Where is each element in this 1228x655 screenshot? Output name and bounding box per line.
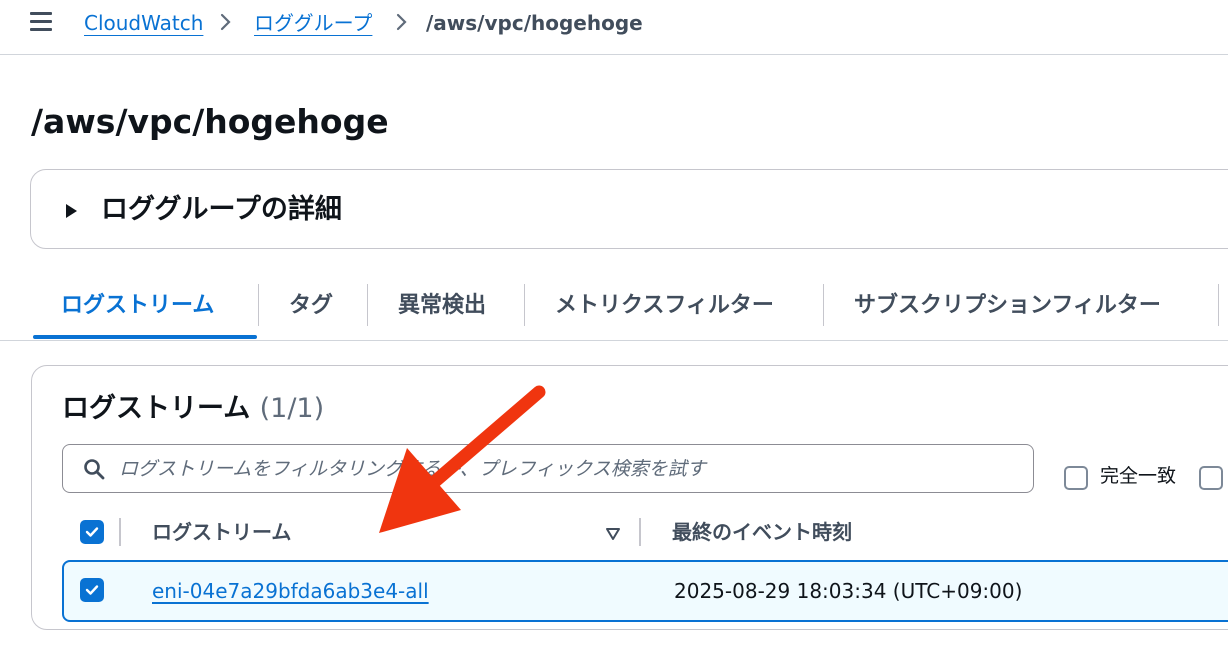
- search-icon: [83, 458, 105, 480]
- page-title: /aws/vpc/hogehoge: [31, 102, 389, 141]
- tab-divider: [367, 284, 368, 326]
- breadcrumb-log-groups[interactable]: ロググループ: [254, 10, 372, 36]
- column-divider: [119, 518, 121, 546]
- menu-icon[interactable]: [30, 12, 52, 32]
- tab-log-streams[interactable]: ログストリーム: [61, 292, 214, 320]
- chevron-right-icon: [396, 12, 408, 32]
- search-box[interactable]: [62, 444, 1034, 493]
- top-bar: CloudWatch ロググループ /aws/vpc/hogehoge: [0, 0, 1228, 55]
- table-row[interactable]: eni-04e7a29bfda6ab3e4-all 2025-08-29 18:…: [62, 560, 1228, 622]
- chevron-right-icon: [220, 12, 232, 32]
- row-select-checkbox[interactable]: [80, 578, 104, 602]
- tab-divider: [258, 284, 259, 326]
- tab-bar: ログストリーム タグ 異常検出 メトリクスフィルター サブスクリプションフィルタ…: [0, 270, 1228, 341]
- secondary-checkbox[interactable]: [1199, 466, 1223, 490]
- column-header-log-stream[interactable]: ログストリーム: [152, 518, 291, 546]
- column-header-last-event-time[interactable]: 最終のイベント時刻: [672, 518, 852, 546]
- last-event-time: 2025-08-29 18:03:34 (UTC+09:00): [674, 579, 1023, 603]
- active-tab-indicator: [33, 335, 257, 339]
- log-streams-panel: ログストリーム (1/1) 完全一致 ログストリーム 最終のイベント時刻 eni…: [31, 365, 1228, 630]
- exact-match-checkbox[interactable]: [1064, 466, 1088, 490]
- log-streams-title: ログストリーム: [62, 393, 251, 424]
- tab-metric-filters[interactable]: メトリクスフィルター: [555, 292, 774, 320]
- checkmark-icon: [85, 585, 99, 595]
- select-all-checkbox[interactable]: [80, 520, 104, 544]
- breadcrumb-cloudwatch[interactable]: CloudWatch: [84, 10, 203, 36]
- log-group-details-toggle[interactable]: ロググループの詳細: [101, 193, 342, 227]
- tab-divider: [1218, 284, 1219, 326]
- tab-anomaly-detection[interactable]: 異常検出: [398, 292, 486, 320]
- tab-divider: [524, 284, 525, 326]
- breadcrumb-current: /aws/vpc/hogehoge: [426, 11, 643, 35]
- log-stream-link[interactable]: eni-04e7a29bfda6ab3e4-all: [152, 578, 429, 604]
- checkmark-icon: [85, 527, 99, 537]
- sort-down-icon[interactable]: [605, 526, 621, 540]
- log-group-details-panel: ロググループの詳細: [30, 169, 1228, 249]
- tab-divider: [823, 284, 824, 326]
- log-stream-search-input[interactable]: [119, 445, 1019, 492]
- caret-right-icon[interactable]: [66, 204, 77, 218]
- tab-tags[interactable]: タグ: [289, 292, 333, 320]
- log-streams-heading: ログストリーム (1/1): [62, 391, 324, 427]
- column-divider: [639, 518, 641, 546]
- tab-subscription-filters[interactable]: サブスクリプションフィルター: [854, 292, 1161, 320]
- log-streams-count: (1/1): [259, 393, 325, 424]
- exact-match-label: 完全一致: [1100, 465, 1177, 487]
